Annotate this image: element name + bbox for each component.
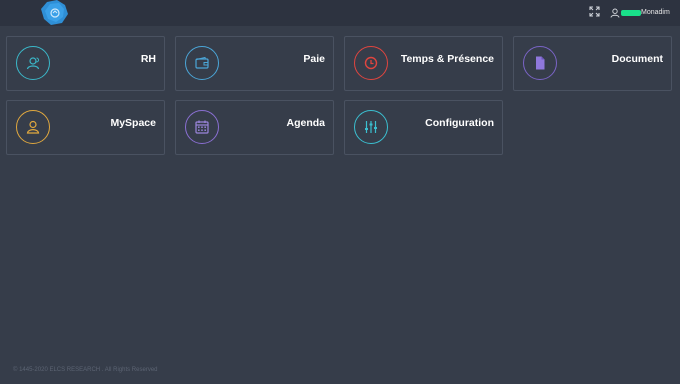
user-icon: [610, 8, 620, 18]
module-tile-temps-presence[interactable]: Temps & Présence: [344, 36, 503, 91]
module-label: RH: [140, 53, 156, 65]
wallet-icon: [195, 56, 209, 69]
module-label: MySpace: [110, 117, 156, 129]
module-icon-circle: [16, 46, 50, 80]
user-name-text: Monadim: [641, 9, 670, 16]
module-tile-paie[interactable]: Paie: [175, 36, 334, 91]
module-label: Document: [611, 53, 663, 65]
user-name: Monadim: [621, 9, 670, 16]
module-label: Paie: [303, 53, 325, 65]
module-icon-circle: [354, 46, 388, 80]
module-label: Configuration: [425, 117, 494, 129]
module-tile-agenda[interactable]: Agenda: [175, 100, 334, 155]
sliders-icon: [365, 121, 377, 133]
module-tile-configuration[interactable]: Configuration: [344, 100, 503, 155]
footer-copyright: © 1445-2020 ELCS RESEARCH . All Rights R…: [13, 367, 158, 373]
document-icon: [536, 56, 545, 70]
module-tile-rh[interactable]: RH: [6, 36, 165, 91]
user-circle-icon: [26, 57, 40, 70]
user-menu[interactable]: Monadim: [610, 6, 670, 19]
module-tile-myspace[interactable]: MySpace: [6, 100, 165, 155]
clock-icon: [364, 56, 378, 70]
module-icon-circle: [185, 46, 219, 80]
calendar-icon: [195, 120, 209, 134]
module-tile-document[interactable]: Document: [513, 36, 672, 91]
module-label: Agenda: [286, 117, 325, 129]
module-icon-circle: [354, 110, 388, 144]
user-icon: [26, 120, 40, 134]
module-icon-circle: [185, 110, 219, 144]
module-icon-circle: [523, 46, 557, 80]
fullscreen-icon[interactable]: [589, 6, 600, 17]
redacted-name-mask: [621, 10, 641, 16]
app-logo-icon[interactable]: [41, 0, 68, 25]
module-icon-circle: [16, 110, 50, 144]
top-bar: Monadim: [0, 0, 680, 26]
module-label: Temps & Présence: [400, 53, 494, 65]
